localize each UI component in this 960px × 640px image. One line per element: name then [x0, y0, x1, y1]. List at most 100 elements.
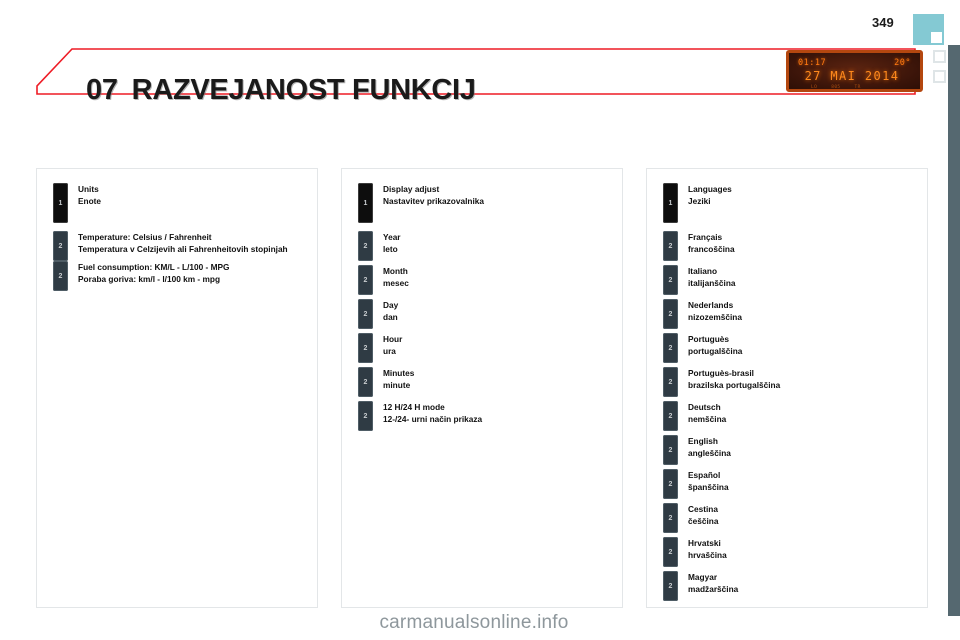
list-item-label-secondary: Jeziki — [688, 195, 711, 206]
lcd-temperature: 20° — [894, 58, 911, 68]
teal-marker-inner-square — [931, 32, 942, 43]
step-marker-number: 2 — [668, 480, 673, 488]
list-item-label-secondary: angleščina — [688, 447, 731, 458]
lcd-indicator-3: TR — [854, 85, 861, 90]
list-item-label-secondary: Enote — [78, 195, 102, 206]
list-item-label-secondary: italijanščina — [688, 277, 736, 288]
lcd-top-row: 01:17 20° — [798, 58, 911, 68]
right-edge-bar — [948, 45, 960, 616]
step-marker-2: 2 — [53, 261, 68, 291]
step-marker-2: 2 — [358, 265, 373, 295]
list-item-text: Hour ura — [383, 333, 402, 357]
list-item-text: Year leto — [383, 231, 401, 255]
list-item-label-primary: Portuguès — [688, 334, 730, 344]
list-item: 2 Magyar madžarščina — [655, 571, 738, 601]
list-item: 2 Italiano italijanščina — [655, 265, 736, 295]
list-item-label-secondary: Nastavitev prikazovalnika — [383, 195, 484, 206]
list-item-label-primary: Languages — [688, 184, 732, 194]
list-item: 2 English angleščina — [655, 435, 731, 465]
list-item-label-secondary: hrvaščina — [688, 549, 727, 560]
step-marker-2: 2 — [663, 469, 678, 499]
list-item: 2 Portuguès-brasil brazilska portugalščina — [655, 367, 780, 397]
lcd-indicator-2: 805 — [831, 85, 841, 90]
panel-languages: 1 Languages Jeziki 2 Français francoščina 2 Ita… — [646, 168, 928, 608]
list-item-text: Units Enote — [78, 183, 101, 207]
step-marker-number: 2 — [668, 514, 673, 522]
step-marker-1: 1 — [53, 183, 68, 223]
list-item-text: 12 H/24 H mode 12-/24- urni način prikaza — [383, 401, 482, 425]
list-item-label-primary: Nederlands — [688, 300, 734, 310]
list-item: 2 Fuel consumption: KM/L - L/100 - MPG Por… — [45, 261, 230, 291]
list-item-label-secondary: portugalščina — [688, 345, 743, 356]
step-marker-2: 2 — [663, 299, 678, 329]
step-marker-2: 2 — [663, 537, 678, 567]
list-item-label-secondary: brazilska portugalščina — [688, 379, 781, 390]
step-marker-number: 2 — [363, 344, 368, 352]
list-item: 1 Units Enote — [45, 183, 101, 223]
page-title: 07 RAZVEJANOST FUNKCIJ — [86, 74, 476, 107]
list-item-label-primary: Español — [688, 470, 721, 480]
step-marker-number: 2 — [668, 276, 673, 284]
step-marker-2: 2 — [663, 333, 678, 363]
list-item-label-primary: Deutsch — [688, 402, 721, 412]
list-item-label-primary: Français — [688, 232, 723, 242]
list-item-label-primary: Units — [78, 184, 99, 194]
page-number: 349 — [872, 15, 894, 30]
list-item-label-primary: Portuguès-brasil — [688, 368, 754, 378]
list-item: 2 Day dan — [350, 299, 398, 329]
chapter-title-text: RAZVEJANOST FUNKCIJ — [131, 74, 476, 107]
list-item-label-secondary: Temperatura v Celzijevih ali Fahrenheito… — [78, 243, 288, 254]
step-marker-2: 2 — [663, 367, 678, 397]
list-item-label-secondary: nizozemščina — [688, 311, 742, 322]
list-item-label-secondary: Poraba goriva: km/l - l/100 km - mpg — [78, 273, 221, 284]
step-marker-2: 2 — [358, 299, 373, 329]
list-item-label-secondary: češčina — [688, 515, 719, 526]
step-marker-2: 2 — [358, 333, 373, 363]
step-marker-number: 2 — [363, 310, 368, 318]
step-marker-2: 2 — [358, 367, 373, 397]
list-item-label-primary: Month — [383, 266, 408, 276]
list-item-text: Languages Jeziki — [688, 183, 732, 207]
list-item: 2 Cestina češčina — [655, 503, 718, 533]
step-marker-2: 2 — [663, 571, 678, 601]
list-item: 2 Minutes minute — [350, 367, 414, 397]
step-marker-number: 2 — [668, 548, 673, 556]
list-item-label-secondary: minute — [383, 379, 411, 390]
list-item-label-primary: Hour — [383, 334, 403, 344]
step-marker-2: 2 — [663, 265, 678, 295]
list-item-text: Fuel consumption: KM/L - L/100 - MPG Pora… — [78, 261, 230, 285]
list-item-label-primary: Year — [383, 232, 401, 242]
list-item: 1 Languages Jeziki — [655, 183, 732, 223]
list-item-label-primary: English — [688, 436, 718, 446]
list-item: 2 Year leto — [350, 231, 401, 261]
list-item-text: Temperature: Celsius / Fahrenheit Tempera… — [78, 231, 288, 255]
step-marker-number: 2 — [363, 242, 368, 250]
list-item-label-primary: Magyar — [688, 572, 718, 582]
list-item-text: Month mesec — [383, 265, 409, 289]
step-marker-number: 1 — [58, 199, 63, 207]
site-watermark: carmanualsonline.info — [379, 612, 569, 633]
list-item: 2 Français francoščina — [655, 231, 735, 261]
list-item: 1 Display adjust Nastavitev prikazovalnika — [350, 183, 484, 223]
step-marker-number: 2 — [668, 582, 673, 590]
panel-units: 1 Units Enote 2 Temperature: Celsius / Fahre… — [36, 168, 318, 608]
list-item-text: Display adjust Nastavitev prikazovalnika — [383, 183, 484, 207]
chapter-number: 07 — [86, 74, 118, 107]
list-item-label-primary: Cestina — [688, 504, 718, 514]
list-item-label-secondary: nemščina — [688, 413, 727, 424]
list-item-label-secondary: dan — [383, 311, 398, 322]
list-item: 2 Español španščina — [655, 469, 729, 499]
list-item-label-secondary: leto — [383, 243, 398, 254]
list-item: 2 Month mesec — [350, 265, 409, 295]
list-item-text: Minutes minute — [383, 367, 414, 391]
list-item-text: Portuguès-brasil brazilska portugalščina — [688, 367, 780, 391]
list-item-text: Cestina češčina — [688, 503, 718, 527]
teal-corner-marker — [913, 14, 944, 45]
list-item-label-primary: Day — [383, 300, 399, 310]
list-item-label-secondary: mesec — [383, 277, 409, 288]
list-item-label-secondary: francoščina — [688, 243, 735, 254]
step-marker-number: 1 — [363, 199, 368, 207]
step-marker-number: 2 — [58, 242, 63, 250]
list-item-text: Portuguès portugalščina — [688, 333, 742, 357]
list-item: 2 Deutsch nemščina — [655, 401, 726, 431]
